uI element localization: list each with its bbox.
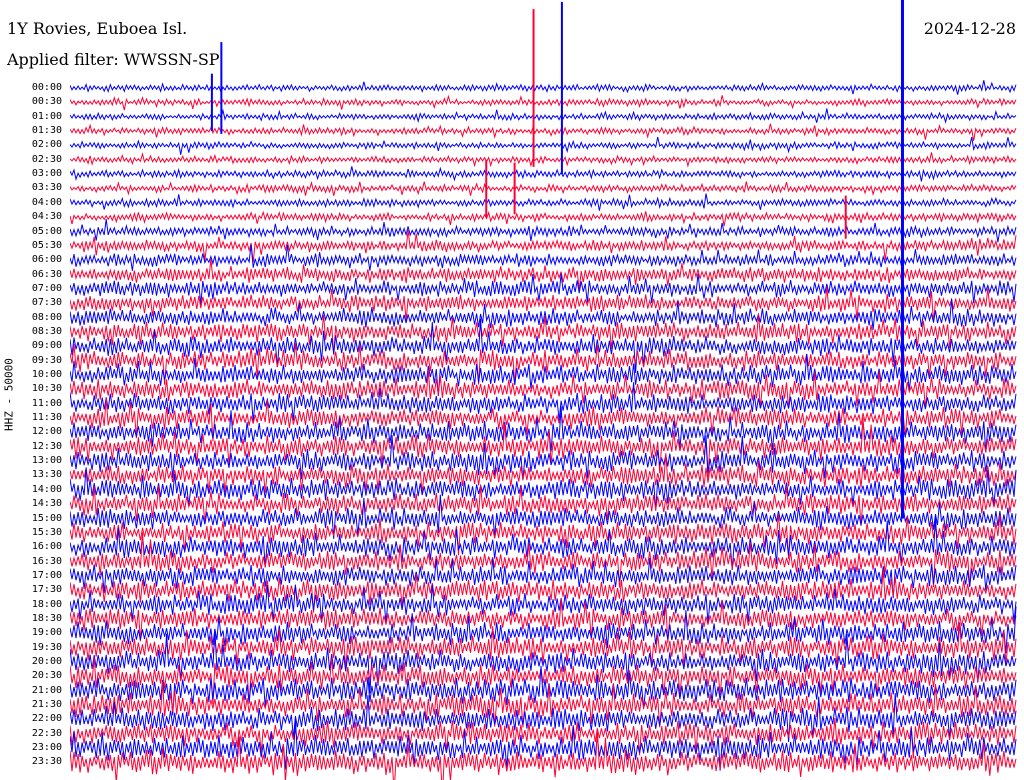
time-tick-2230: 22:30 bbox=[31, 727, 62, 739]
trace-row-0400 bbox=[70, 193, 1017, 211]
time-tick-0400: 04:00 bbox=[31, 196, 62, 208]
trace-row-0430 bbox=[70, 210, 1017, 227]
time-tick-2100: 21:00 bbox=[31, 684, 62, 696]
time-tick-0300: 03:00 bbox=[31, 168, 62, 180]
time-tick-1600: 16:00 bbox=[31, 541, 62, 553]
trace-row-0200 bbox=[70, 136, 1017, 155]
time-tick-0930: 09:30 bbox=[31, 354, 62, 366]
time-tick-1500: 15:00 bbox=[31, 512, 62, 524]
time-tick-1030: 10:30 bbox=[31, 383, 62, 395]
time-tick-1430: 14:30 bbox=[31, 498, 62, 510]
time-tick-0900: 09:00 bbox=[31, 340, 62, 352]
time-tick-0130: 01:30 bbox=[31, 125, 62, 137]
time-tick-1800: 18:00 bbox=[31, 598, 62, 610]
time-tick-1200: 12:00 bbox=[31, 426, 62, 438]
trace-row-0330 bbox=[70, 180, 1017, 197]
time-tick-1700: 17:00 bbox=[31, 569, 62, 581]
time-tick-0600: 06:00 bbox=[31, 254, 62, 266]
time-tick-labels: 00:00 00:30 01:00 01:30 02:00 02:30 03:00 03:30… bbox=[0, 0, 66, 780]
time-tick-0330: 03:30 bbox=[31, 182, 62, 194]
time-tick-0530: 05:30 bbox=[31, 239, 62, 251]
time-tick-0430: 04:30 bbox=[31, 211, 62, 223]
time-tick-2030: 20:30 bbox=[31, 670, 62, 682]
time-tick-1930: 19:30 bbox=[31, 641, 62, 653]
time-tick-1230: 12:30 bbox=[31, 440, 62, 452]
time-tick-1100: 11:00 bbox=[31, 397, 62, 409]
time-tick-2200: 22:00 bbox=[31, 713, 62, 725]
time-tick-1300: 13:00 bbox=[31, 455, 62, 467]
trace-row-0900 bbox=[70, 318, 1017, 373]
time-tick-0000: 00:00 bbox=[31, 82, 62, 93]
time-tick-1900: 19:00 bbox=[31, 627, 62, 639]
time-tick-0830: 08:30 bbox=[31, 325, 62, 337]
trace-row-0300 bbox=[70, 166, 1017, 182]
time-tick-0030: 00:30 bbox=[31, 96, 62, 108]
time-tick-0630: 06:30 bbox=[31, 268, 62, 280]
time-tick-0700: 07:00 bbox=[31, 282, 62, 294]
trace-row-0230 bbox=[70, 152, 1017, 168]
helicorder-plot bbox=[70, 0, 1017, 780]
time-tick-0100: 01:00 bbox=[31, 110, 62, 122]
time-tick-1000: 10:00 bbox=[31, 369, 62, 380]
trace-row-0500 bbox=[70, 219, 1017, 243]
time-tick-1830: 18:30 bbox=[31, 612, 62, 624]
time-tick-0230: 02:30 bbox=[31, 153, 62, 165]
time-tick-1330: 13:30 bbox=[31, 469, 62, 481]
time-tick-0800: 08:00 bbox=[31, 311, 62, 323]
seismic-traces bbox=[70, 80, 1017, 780]
time-tick-0730: 07:30 bbox=[31, 297, 62, 309]
time-tick-1400: 14:00 bbox=[31, 483, 62, 495]
time-tick-1630: 16:30 bbox=[31, 555, 62, 567]
time-tick-0500: 05:00 bbox=[31, 225, 62, 237]
time-tick-0200: 02:00 bbox=[31, 139, 62, 151]
time-tick-2300: 23:00 bbox=[31, 742, 62, 754]
time-tick-2330: 23:30 bbox=[31, 756, 62, 768]
time-tick-2130: 21:30 bbox=[31, 699, 62, 711]
time-tick-1530: 15:30 bbox=[31, 526, 62, 538]
time-tick-1130: 11:30 bbox=[31, 412, 62, 424]
time-tick-1730: 17:30 bbox=[31, 584, 62, 596]
time-tick-2000: 20:00 bbox=[31, 656, 62, 667]
